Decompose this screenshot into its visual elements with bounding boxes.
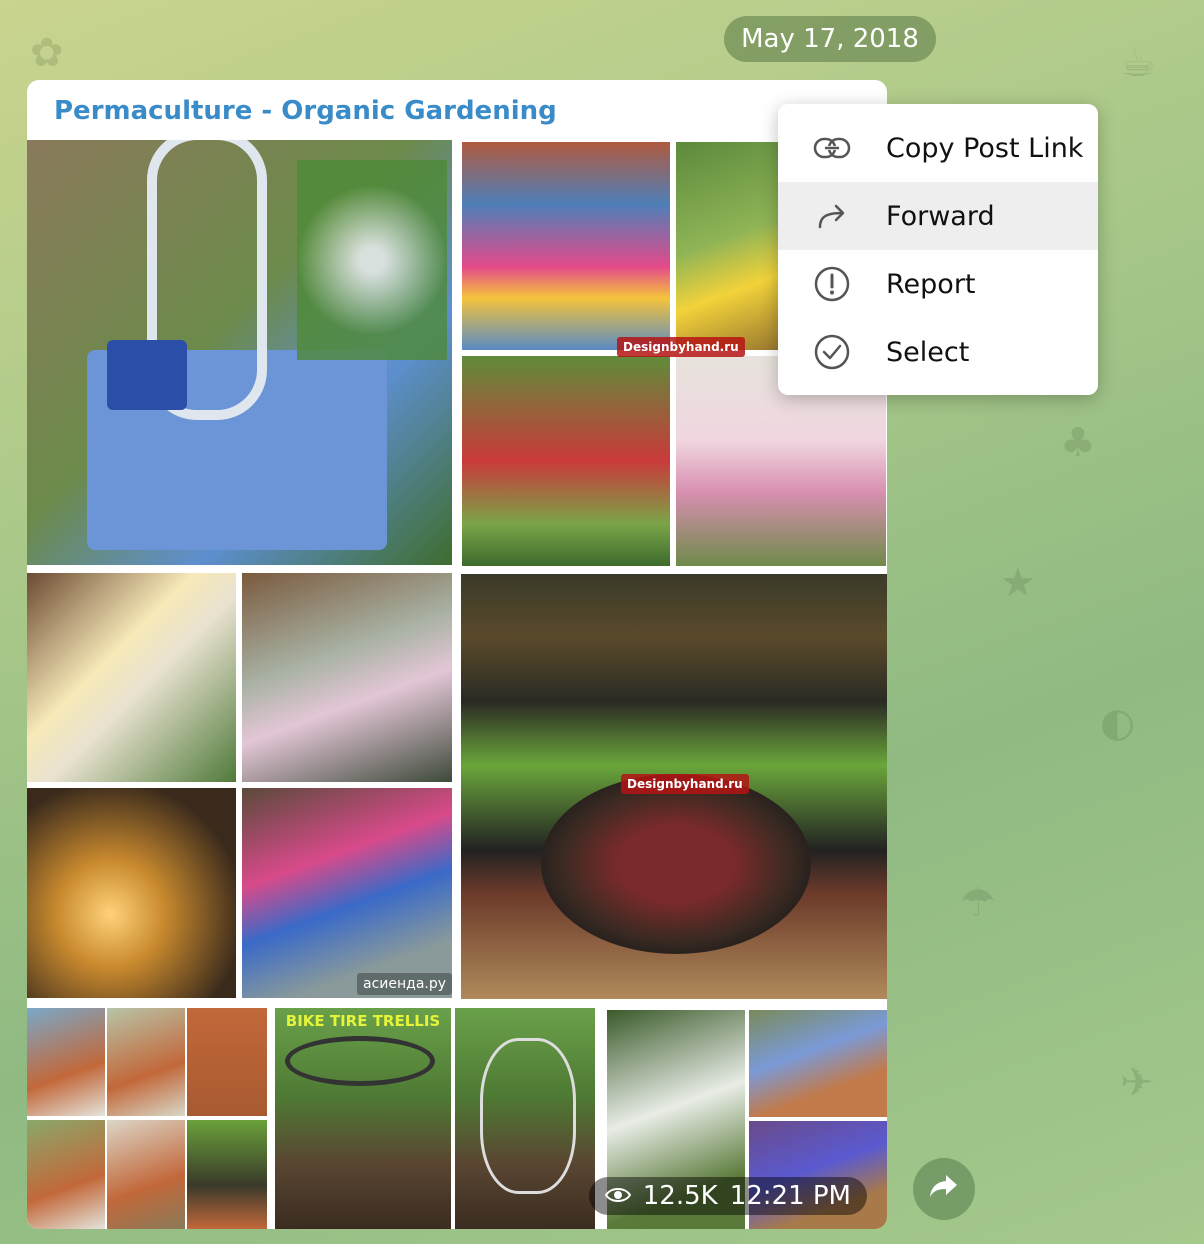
background-doodle-icon: ✈ <box>1120 1060 1154 1106</box>
check-circle-icon <box>812 332 852 372</box>
trellis-title: BIKE TIRE TRELLIS <box>285 1012 441 1030</box>
watermark-label: Designbyhand.ru <box>617 337 745 357</box>
share-button[interactable] <box>913 1158 975 1220</box>
menu-item-label: Report <box>886 268 976 300</box>
view-count: 12.5K <box>642 1181 718 1211</box>
album-photo[interactable] <box>27 140 452 565</box>
background-doodle-icon: ◐ <box>1100 700 1135 746</box>
watermark-label: асиенда.ру <box>357 973 452 995</box>
background-doodle-icon: ★ <box>1000 560 1036 606</box>
background-doodle-icon: ☂ <box>960 880 996 926</box>
forward-arrow-icon <box>812 196 852 236</box>
channel-post[interactable]: Permaculture - Organic Gardening Designb… <box>27 80 887 1229</box>
post-meta: 12.5K 12:21 PM <box>588 1177 867 1215</box>
album-photo[interactable]: асиенда.ру <box>27 573 452 998</box>
exclamation-icon <box>812 264 852 304</box>
link-icon <box>812 128 852 168</box>
menu-item-label: Forward <box>886 200 995 232</box>
menu-item-label: Copy Post Link <box>886 132 1084 164</box>
post-time: 12:21 PM <box>729 1181 851 1211</box>
album-photo[interactable]: BIKE TIRE TRELLIS <box>275 1008 595 1229</box>
eye-icon <box>604 1177 631 1215</box>
share-arrow-icon <box>929 1168 959 1208</box>
background-doodle-icon: ♣ <box>1060 420 1096 466</box>
channel-name[interactable]: Permaculture - Organic Gardening <box>54 96 557 126</box>
menu-item-label: Select <box>886 336 970 368</box>
photo-album: Designbyhand.ru асиенда.ру Designbyhand.… <box>27 140 887 1229</box>
album-photo[interactable]: Designbyhand.ru <box>461 574 887 999</box>
date-badge: May 17, 2018 <box>724 16 936 62</box>
context-menu: Copy Post Link Forward Report Select <box>778 104 1098 395</box>
menu-item-copy-post-link[interactable]: Copy Post Link <box>778 114 1098 182</box>
album-photo[interactable] <box>27 1008 267 1229</box>
menu-item-report[interactable]: Report <box>778 250 1098 318</box>
menu-item-select[interactable]: Select <box>778 318 1098 386</box>
menu-item-forward[interactable]: Forward <box>778 182 1098 250</box>
background-doodle-icon: ✿ <box>30 30 64 76</box>
watermark-label: Designbyhand.ru <box>621 774 749 794</box>
background-doodle-icon: ☕ <box>1120 40 1156 86</box>
